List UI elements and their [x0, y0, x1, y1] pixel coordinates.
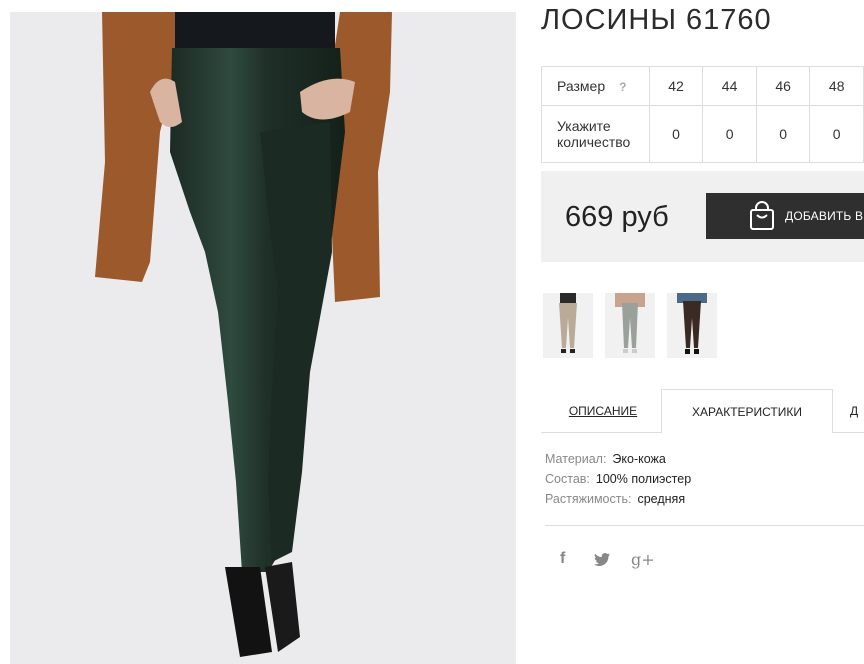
quantity-input-46[interactable]: 0	[755, 105, 811, 163]
size-48: 48	[809, 66, 864, 106]
thumbnail-brown[interactable]	[667, 293, 717, 358]
size-label: Размер	[557, 77, 606, 94]
add-to-cart-button[interactable]: ДОБАВИТЬ В	[706, 193, 864, 239]
spec-material-value: Эко-кожа	[612, 452, 666, 466]
quantity-input-44[interactable]: 0	[702, 105, 757, 163]
tab-description[interactable]: ОПИСАНИЕ	[544, 389, 662, 432]
product-title: ЛОСИНЫ 61760	[541, 4, 772, 36]
thumbnail-grey-image	[615, 293, 645, 353]
spec-composition-key: Состав:	[545, 472, 590, 486]
tab-delivery[interactable]: Д	[850, 389, 864, 432]
spec-composition-value: 100% полиэстер	[595, 472, 692, 486]
google-plus-icon[interactable]: g+	[631, 550, 655, 569]
add-to-cart-label: ДОБАВИТЬ В	[785, 209, 864, 223]
price-box: 669 руб ДОБАВИТЬ В	[541, 171, 864, 262]
quantity-input-48[interactable]: 0	[809, 105, 864, 163]
size-46: 46	[755, 66, 811, 106]
specs-divider	[545, 525, 864, 526]
spec-material-key: Материал:	[545, 452, 607, 466]
quantity-label-line1: Укажите	[557, 118, 611, 134]
spec-composition: Состав: 100% полиэстер	[545, 472, 691, 486]
twitter-icon[interactable]	[594, 553, 610, 566]
leggings-photo-illustration	[95, 12, 392, 657]
size-help-icon[interactable]: ?	[619, 80, 626, 94]
size-quantity-table: Размер? 42 44 46 48 Укажите количество 0…	[541, 66, 864, 163]
quantity-label-cell: Укажите количество	[541, 105, 650, 163]
quantity-input-42[interactable]: 0	[648, 105, 704, 163]
facebook-icon[interactable]: f	[560, 550, 565, 568]
thumbnail-beige[interactable]	[543, 293, 593, 358]
size-44: 44	[702, 66, 757, 106]
spec-stretch: Растяжимость: средняя	[545, 492, 685, 506]
thumbnail-beige-image	[559, 293, 577, 353]
size-label-cell: Размер?	[541, 66, 650, 106]
shopping-bag-icon	[750, 201, 774, 230]
thumbnail-grey[interactable]	[605, 293, 655, 358]
product-main-photo[interactable]	[10, 12, 516, 664]
size-42: 42	[648, 66, 704, 106]
spec-material: Материал: Эко-кожа	[545, 452, 666, 466]
spec-stretch-key: Растяжимость:	[545, 492, 632, 506]
price: 669 руб	[565, 201, 669, 233]
thumbnail-brown-image	[677, 293, 707, 354]
quantity-label-line2: количество	[557, 134, 631, 150]
tab-characteristics[interactable]: ХАРАКТЕРИСТИКИ	[661, 389, 833, 433]
spec-stretch-value: средняя	[637, 492, 686, 506]
